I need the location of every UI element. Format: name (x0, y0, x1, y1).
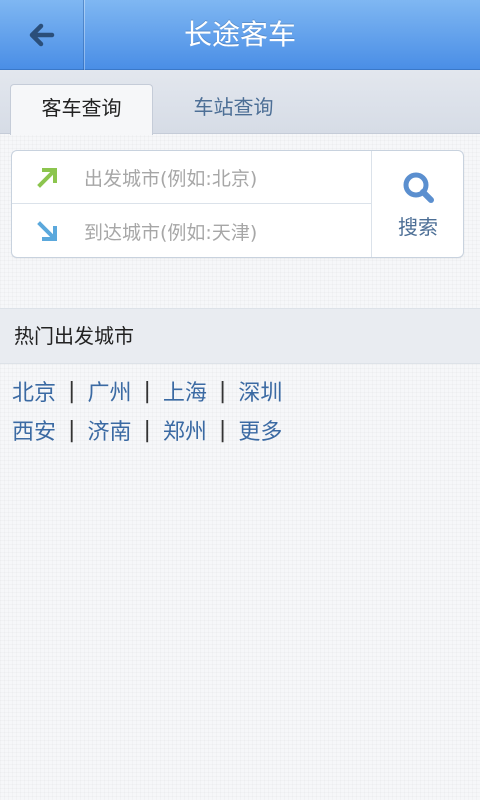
title-bar: 长途客车 (0, 0, 480, 70)
city-link-beijing[interactable]: 北京 (12, 375, 56, 407)
back-button[interactable] (0, 0, 84, 70)
back-arrow-icon (29, 23, 54, 47)
separator: | (68, 378, 76, 404)
city-link-guangzhou[interactable]: 广州 (87, 375, 131, 407)
search-button[interactable]: 搜索 (371, 151, 464, 257)
down-right-arrow-icon (12, 219, 84, 245)
hot-cities-heading: 热门出发城市 (0, 308, 480, 364)
separator: | (218, 378, 227, 404)
city-row: 西安 | 济南 | 郑州 | 更多 (12, 412, 282, 448)
city-link-xian[interactable]: 西安 (12, 414, 56, 446)
separator: | (68, 417, 76, 443)
arrival-placeholder: 到达城市(例如:天津) (84, 222, 258, 244)
city-link-zhengzhou[interactable]: 郑州 (163, 414, 207, 446)
city-link-jinan[interactable]: 济南 (87, 414, 131, 446)
city-link-shenzhen[interactable]: 深圳 (238, 375, 282, 407)
page-title: 长途客车 (183, 18, 296, 51)
separator: | (143, 378, 151, 404)
more-cities-link[interactable]: 更多 (238, 414, 282, 446)
departure-placeholder: 出发城市(例如:北京) (84, 167, 258, 190)
city-link-shanghai[interactable]: 上海 (163, 375, 207, 407)
search-button-label: 搜索 (398, 214, 438, 239)
tab-bar: 客车查询 车站查询 (0, 70, 480, 135)
tab-station-query[interactable]: 车站查询 (162, 84, 305, 134)
tab-bus-query[interactable]: 客车查询 (10, 84, 153, 135)
departure-city-field[interactable]: 出发城市(例如:北京) (12, 151, 371, 204)
city-row: 北京 | 广州 | 上海 | 深圳 (12, 373, 282, 409)
separator: | (143, 417, 151, 443)
search-card: 出发城市(例如:北京) 到达城市(例如:天津) 搜索 (11, 150, 464, 258)
arrival-city-field[interactable]: 到达城市(例如:天津) (12, 205, 371, 258)
search-icon (403, 172, 434, 203)
up-right-arrow-icon (12, 164, 84, 190)
separator: | (218, 417, 227, 443)
